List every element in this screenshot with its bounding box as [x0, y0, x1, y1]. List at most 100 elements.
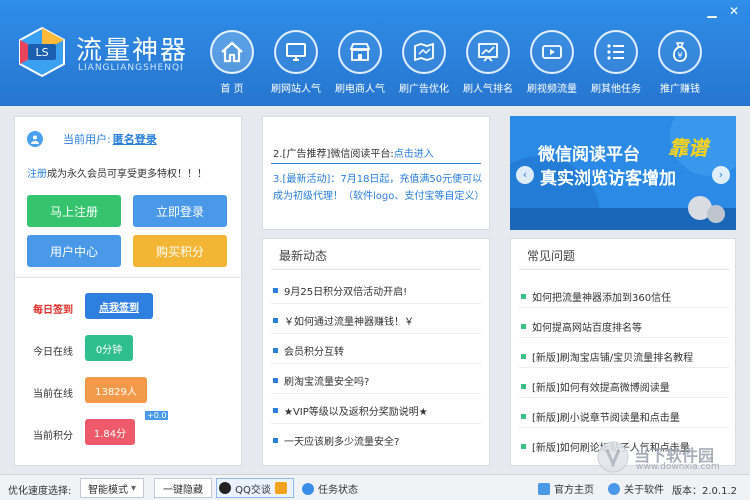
chevron-down-icon: ▾ [130, 482, 137, 494]
news-item-text: ￥如何通过流量神器赚钱！￥ [284, 317, 414, 328]
store-icon [338, 30, 382, 74]
nav-label: 刷视频流量 [527, 84, 577, 95]
faq-title: 常见问题 [527, 249, 576, 263]
news-item[interactable]: 一天应该刷多少流量安全? [273, 433, 399, 448]
current-online-label: 当前在线 [33, 389, 73, 400]
main-nav: 首 页 刷网站人气 刷电商人气 刷广告优化 刷人气排名 刷视频流量 刷其他任务 … [200, 30, 712, 100]
nav-item-promote[interactable]: ¥ 推广赚钱 [648, 30, 712, 100]
faq-item-text: [新版]如何有效提高微博阅读量 [532, 383, 670, 394]
bullet-icon [521, 294, 526, 299]
online-today-value: 0分钟 [85, 335, 133, 361]
nav-label: 刷人气排名 [463, 84, 513, 95]
banner-line2: 真实浏览访客增加 [540, 169, 676, 189]
divider [519, 397, 729, 398]
faq-item[interactable]: 如何把流量神器添加到360信任 [521, 289, 671, 304]
status-bar: 优化速度选择: 智能模式 ▾ 一键隐藏 QQ交谈 任务状态 官方主页 关于软件 … [0, 474, 750, 500]
watermark-url: www.downxia.com [636, 462, 720, 472]
homepage-link[interactable]: 官方主页 [538, 481, 594, 496]
nav-label: 刷其他任务 [591, 84, 641, 95]
divider [519, 337, 729, 338]
register-hint: 注册成为永久会员可享受更多特权！！！ [27, 165, 207, 180]
nav-item-home[interactable]: 首 页 [200, 30, 264, 100]
svg-text:¥: ¥ [677, 51, 682, 60]
minimize-button[interactable]: ▁ [704, 4, 720, 18]
nav-item-other[interactable]: 刷其他任务 [584, 30, 648, 100]
speed-mode-value: 智能模式 [87, 484, 128, 496]
activity-notice[interactable]: 3.[最新活动]：7月18日起，充值满50元便可以成为初级代理！（软件logo、… [273, 171, 485, 205]
nav-item-ecommerce[interactable]: 刷电商人气 [328, 30, 392, 100]
faq-item-text: [新版]刷小说章节阅读量和点击量 [532, 413, 680, 424]
news-title: 最新动态 [279, 249, 328, 263]
anonymous-login-link[interactable]: 匿名登录 [113, 131, 157, 147]
news-item[interactable]: 会员积分互转 [273, 343, 344, 358]
banner-next-button[interactable]: › [712, 166, 730, 184]
nav-item-website[interactable]: 刷网站人气 [264, 30, 328, 100]
app-logo: LS [19, 26, 65, 78]
current-online-value: 13829人 [85, 377, 147, 403]
news-item[interactable]: ￥如何通过流量神器赚钱！￥ [273, 313, 414, 328]
about-label: 关于软件 [624, 485, 664, 496]
nav-item-ads[interactable]: 刷广告优化 [392, 30, 456, 100]
banner-line1: 微信阅读平台 [538, 145, 640, 165]
faq-item[interactable]: [新版]如何有效提高微博阅读量 [521, 379, 670, 394]
nav-label: 刷电商人气 [335, 84, 385, 95]
divider [271, 333, 481, 334]
nav-label: 刷网站人气 [271, 84, 321, 95]
promo-banner[interactable]: 微信阅读平台 靠谱 真实浏览访客增加 ‹ › [510, 116, 736, 230]
nav-item-ranking[interactable]: 刷人气排名 [456, 30, 520, 100]
divider [15, 277, 243, 278]
faq-item[interactable]: [新版]刷小说章节阅读量和点击量 [521, 409, 680, 424]
news-item[interactable]: 刷淘宝流量安全吗? [273, 373, 369, 388]
monitor-icon [274, 30, 318, 74]
close-button[interactable]: ✕ [726, 4, 742, 18]
money-bag-icon: ¥ [658, 30, 702, 74]
divider [271, 303, 481, 304]
app-title: 流量神器 [76, 36, 189, 66]
app-subtitle: LIANGLIANGSHENQI [78, 63, 184, 73]
faq-item[interactable]: [新版]刷淘宝店铺/宝贝流量排名教程 [521, 349, 693, 364]
register-hint-link[interactable]: 注册 [27, 169, 47, 180]
window-controls: ▁ ✕ [704, 4, 742, 18]
notice-panel: 2.[广告推荐]微信阅读平台:点击进入 3.[最新活动]：7月18日起，充值满5… [262, 116, 490, 230]
list-icon [594, 30, 638, 74]
speed-mode-select[interactable]: 智能模式 ▾ [80, 478, 144, 498]
task-status-label: 任务状态 [318, 485, 358, 496]
register-button[interactable]: 马上注册 [27, 195, 121, 227]
faq-item[interactable]: 如何提高网站百度排名等 [521, 319, 642, 334]
news-item-text: 一天应该刷多少流量安全? [284, 437, 400, 448]
checkin-label: 每日签到 [33, 305, 73, 316]
news-item[interactable]: 9月25日积分双倍活动开启! [273, 283, 407, 298]
news-item-text: 刷淘宝流量安全吗? [284, 377, 370, 388]
faq-item-text: 如何提高网站百度排名等 [532, 323, 642, 334]
banner-prev-button[interactable]: ‹ [516, 166, 534, 184]
bullet-icon [273, 378, 278, 383]
login-button[interactable]: 立即登录 [133, 195, 227, 227]
checkin-button[interactable]: 点我签到 [85, 293, 153, 319]
divider [271, 269, 481, 270]
buy-points-button[interactable]: 购买积分 [133, 235, 227, 267]
version-label: 版本：2.0.1.2 [672, 486, 737, 497]
ad-notice-link[interactable]: 点击进入 [394, 149, 434, 160]
home-icon [210, 30, 254, 74]
hide-button[interactable]: 一键隐藏 [154, 478, 212, 498]
user-center-button[interactable]: 用户中心 [27, 235, 121, 267]
faq-item-text: [新版]刷淘宝店铺/宝贝流量排名教程 [532, 353, 694, 364]
task-status-link[interactable]: 任务状态 [302, 481, 358, 496]
bullet-icon [273, 348, 278, 353]
divider [519, 269, 729, 270]
news-item[interactable]: ★VIP等级以及返积分奖励说明★ [273, 403, 428, 418]
divider [271, 423, 481, 424]
about-link[interactable]: 关于软件 [608, 481, 664, 496]
user-icon [27, 131, 43, 147]
bullet-icon [273, 408, 278, 413]
nav-item-video[interactable]: 刷视频流量 [520, 30, 584, 100]
bullet-icon [521, 324, 526, 329]
user-panel: 当前用户: 匿名登录 注册成为永久会员可享受更多特权！！！ 马上注册 立即登录 … [14, 116, 243, 466]
map-icon [402, 30, 446, 74]
faq-panel: 常见问题 如何把流量神器添加到360信任 如何提高网站百度排名等 [新版]刷淘宝… [510, 238, 736, 466]
qq-chat-label: QQ交谈 [235, 484, 271, 496]
news-panel: 最新动态 9月25日积分双倍活动开启! ￥如何通过流量神器赚钱！￥ 会员积分互转… [262, 238, 490, 466]
divider [519, 427, 729, 428]
qq-chat-button[interactable]: QQ交谈 [216, 478, 294, 498]
divider [519, 367, 729, 368]
